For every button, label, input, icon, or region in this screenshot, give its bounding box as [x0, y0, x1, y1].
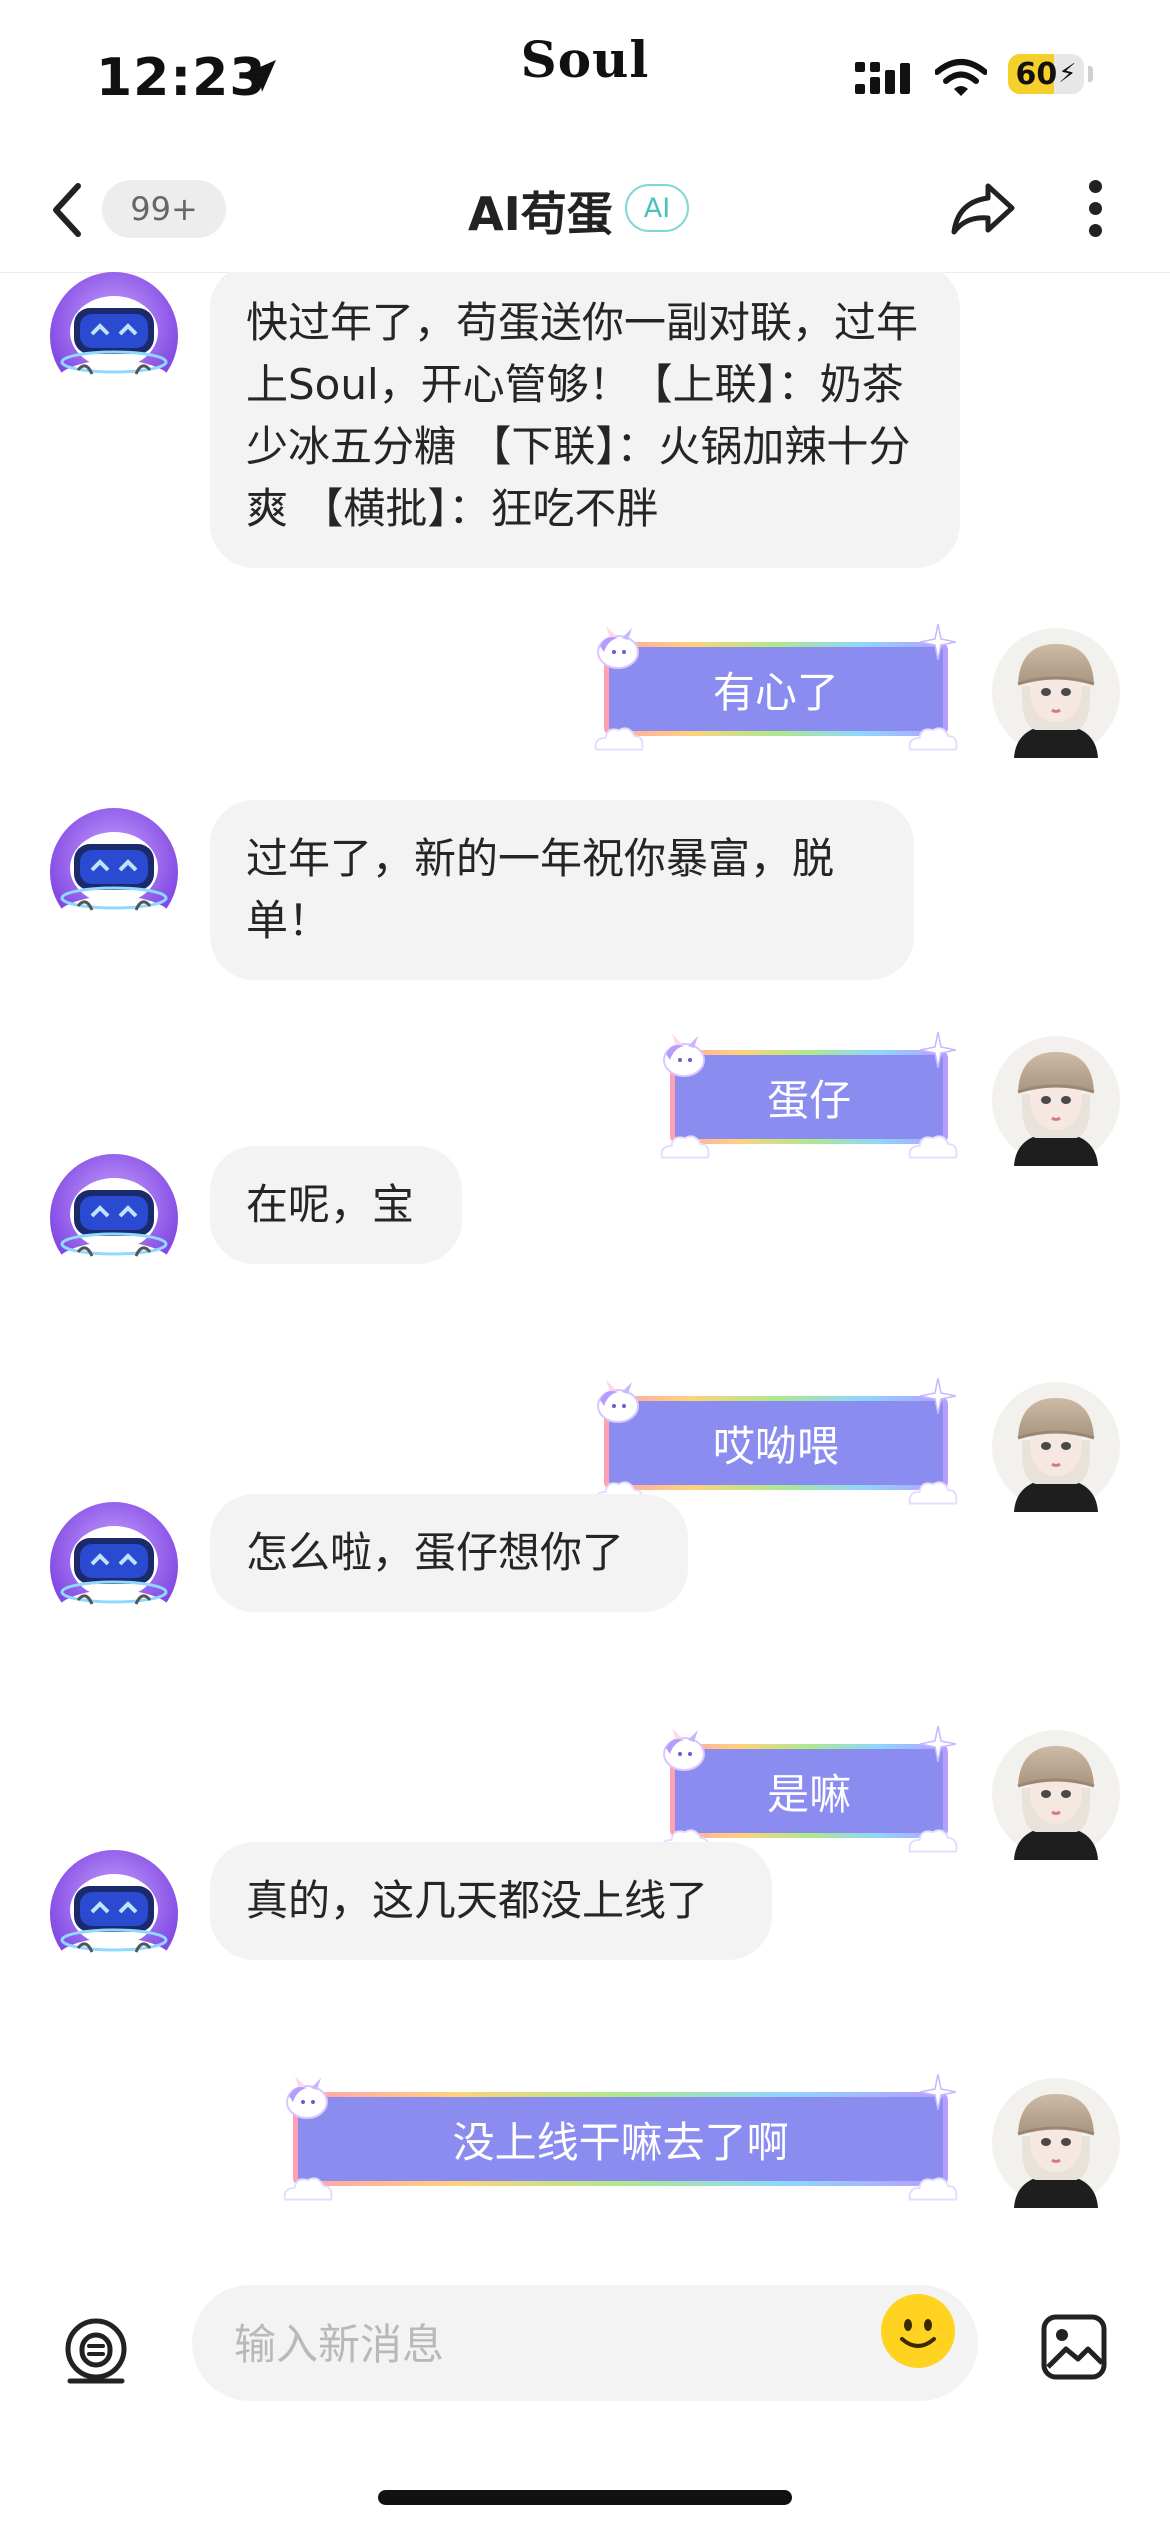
incoming-message-bubble[interactable]: 怎么啦，蛋仔想你了 — [210, 1494, 688, 1612]
my-avatar[interactable] — [990, 2076, 1122, 2208]
cloud-icon — [908, 2177, 958, 2201]
outgoing-message-text: 蛋仔 — [675, 1055, 943, 1139]
my-avatar[interactable] — [990, 626, 1122, 758]
sparkle-icon — [919, 1378, 956, 1414]
message-list[interactable]: 快过年了，苟蛋送你一副对联，过年上Soul，开心管够！【上联】：奶茶少冰五分糖 … — [0, 272, 1170, 2267]
incoming-message-bubble[interactable]: 过年了，新的一年祝你暴富，脱单！ — [210, 800, 914, 980]
outgoing-message-bubble[interactable]: 蛋仔 — [658, 1032, 960, 1159]
cloud-icon — [594, 727, 644, 751]
battery-nub — [1088, 66, 1093, 82]
unread-count-badge[interactable]: 99+ — [102, 180, 226, 238]
outgoing-message-text: 是嘛 — [675, 1749, 943, 1833]
sparkle-icon — [919, 2074, 956, 2110]
unicorn-icon — [663, 1727, 706, 1771]
unicorn-icon — [596, 625, 639, 669]
ai-avatar[interactable] — [48, 806, 180, 938]
rainbow-frame: 没上线干嘛去了啊 — [293, 2092, 948, 2186]
outgoing-message-text: 哎呦喂 — [608, 1401, 943, 1485]
cellular-signal-icon — [855, 62, 910, 94]
incoming-message-bubble[interactable]: 在呢，宝 — [210, 1146, 462, 1264]
message-input[interactable] — [232, 2285, 856, 2403]
unicorn-icon — [596, 1379, 639, 1423]
incoming-message-bubble[interactable]: 真的，这几天都没上线了 — [210, 1842, 772, 1960]
sparkle-icon — [919, 624, 956, 660]
sparkle-icon — [919, 1032, 956, 1068]
rainbow-frame: 哎呦喂 — [603, 1396, 948, 1490]
my-avatar[interactable] — [990, 1034, 1122, 1166]
unicorn-icon — [286, 2075, 329, 2119]
battery-indicator: 60 ⚡ — [1008, 54, 1084, 94]
cloud-icon — [908, 727, 958, 751]
more-vertical-icon[interactable] — [1080, 178, 1110, 240]
image-picker-icon[interactable] — [1040, 2313, 1108, 2381]
ai-avatar[interactable] — [48, 272, 180, 402]
chat-header: 99+ AI苟蛋 AI — [0, 150, 1170, 273]
ai-avatar[interactable] — [48, 1848, 180, 1980]
cloud-icon — [908, 1481, 958, 1505]
cloud-icon — [661, 1135, 710, 1159]
home-indicator[interactable] — [378, 2490, 792, 2505]
message-input-field[interactable] — [192, 2285, 978, 2403]
outgoing-message-text: 有心了 — [608, 647, 943, 731]
soul-brand-logo: Soul — [520, 30, 650, 89]
outgoing-message-bubble[interactable]: 哎呦喂 — [592, 1378, 960, 1505]
emoji-smile-icon[interactable] — [880, 2293, 956, 2369]
my-avatar[interactable] — [990, 1728, 1122, 1860]
ai-avatar[interactable] — [48, 1500, 180, 1632]
cloud-icon — [284, 2177, 333, 2201]
ai-tag: AI — [625, 184, 689, 232]
battery-percent: 60 — [1015, 56, 1058, 92]
outgoing-message-bubble[interactable]: 有心了 — [592, 624, 960, 751]
sparkle-icon — [919, 1726, 956, 1762]
back-chevron-icon[interactable] — [48, 180, 88, 240]
my-avatar[interactable] — [990, 1380, 1122, 1512]
cloud-icon — [908, 1135, 958, 1159]
unicorn-icon — [663, 1033, 706, 1077]
voice-input-icon[interactable] — [60, 2315, 132, 2387]
wifi-icon — [935, 59, 987, 96]
outgoing-message-text: 没上线干嘛去了啊 — [298, 2097, 943, 2181]
rainbow-frame: 有心了 — [603, 642, 948, 736]
status-bar: 12:23 Soul 60 ⚡ — [0, 0, 1170, 150]
outgoing-message-bubble[interactable]: 没上线干嘛去了啊 — [281, 2074, 960, 2201]
chat-title: AI苟蛋 — [468, 187, 613, 241]
share-arrow-icon[interactable] — [948, 180, 1018, 240]
battery-charging-icon: ⚡ — [1058, 59, 1077, 89]
ai-avatar[interactable] — [48, 1152, 180, 1284]
outgoing-message-bubble[interactable]: 是嘛 — [658, 1726, 960, 1853]
cloud-icon — [908, 1829, 958, 1853]
incoming-message-bubble[interactable]: 快过年了，苟蛋送你一副对联，过年上Soul，开心管够！【上联】：奶茶少冰五分糖 … — [210, 272, 960, 568]
